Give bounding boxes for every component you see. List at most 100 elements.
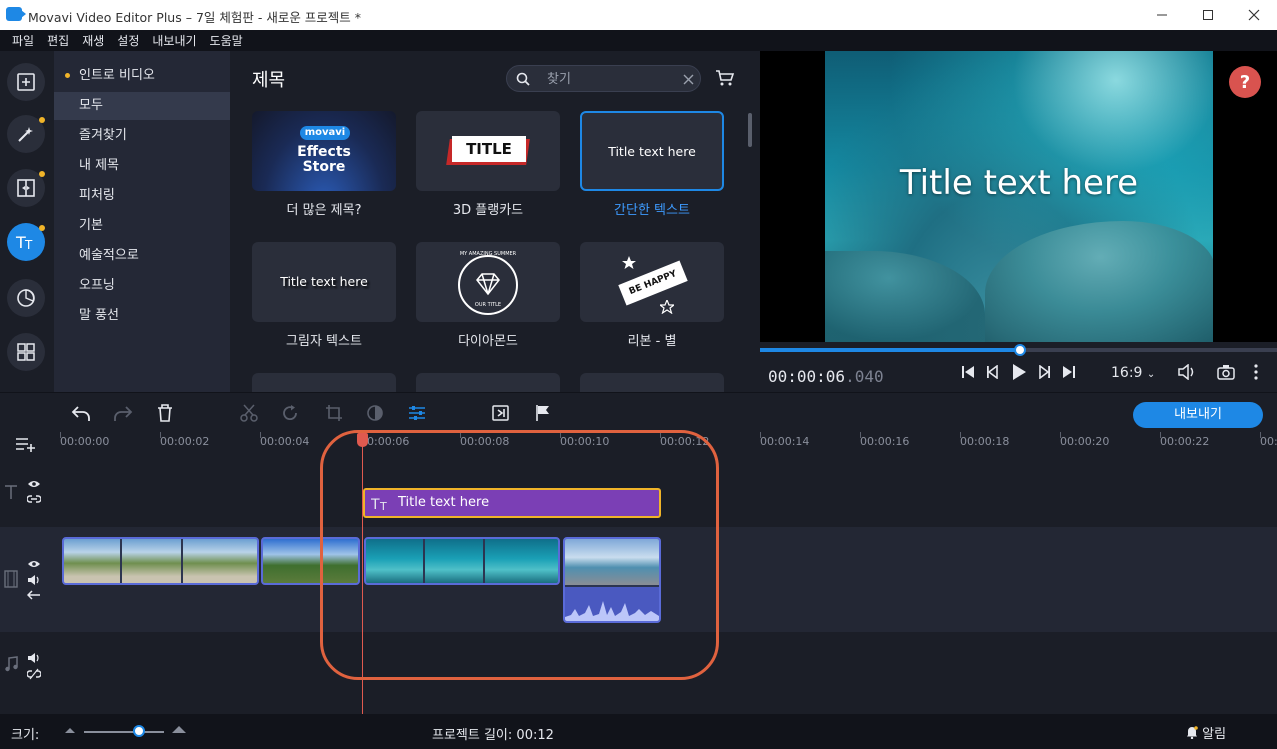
new-dot bbox=[39, 225, 45, 231]
stickers-button[interactable] bbox=[7, 279, 45, 317]
progress-handle[interactable] bbox=[1014, 344, 1027, 356]
rotate-icon[interactable] bbox=[281, 404, 299, 422]
undo-icon[interactable] bbox=[70, 404, 92, 422]
tile-ribbon-star[interactable]: BE HAPPY bbox=[580, 242, 724, 322]
notifications-button[interactable]: 알림 bbox=[1186, 723, 1226, 742]
filters-button[interactable] bbox=[7, 115, 45, 153]
menu-help[interactable]: 도움말 bbox=[210, 32, 243, 49]
more-tools-button[interactable] bbox=[7, 333, 45, 371]
zoom-in-icon[interactable] bbox=[171, 724, 187, 734]
menu-export[interactable]: 내보내기 bbox=[152, 32, 196, 49]
coral-reef-shape bbox=[825, 251, 985, 342]
menu-bar: 파일 편집 재생 설정 내보내기 도움말 bbox=[0, 30, 1277, 51]
snapshot-camera-icon[interactable] bbox=[1217, 364, 1235, 380]
eye-icon[interactable] bbox=[27, 479, 41, 489]
video-clip[interactable] bbox=[62, 537, 259, 585]
close-button[interactable] bbox=[1231, 0, 1277, 30]
clock-icon bbox=[17, 289, 35, 307]
delete-icon[interactable] bbox=[157, 404, 173, 422]
grid-icon bbox=[17, 343, 35, 361]
crop-icon[interactable] bbox=[325, 404, 343, 422]
zoom-out-icon[interactable] bbox=[64, 726, 76, 734]
tile-3d-placard[interactable]: TITLE bbox=[416, 111, 560, 191]
speaker-icon[interactable] bbox=[27, 652, 41, 664]
help-button[interactable]: ? bbox=[1229, 66, 1261, 98]
tile-partial[interactable] bbox=[580, 373, 724, 392]
panel-heading: 제목 bbox=[252, 70, 286, 91]
aspect-ratio-value: 16:9 bbox=[1111, 365, 1143, 381]
color-adjust-icon[interactable] bbox=[366, 404, 384, 422]
zoom-slider-track[interactable] bbox=[84, 731, 164, 733]
category-basic[interactable]: 기본 bbox=[54, 212, 230, 240]
speaker-icon[interactable] bbox=[27, 574, 41, 586]
more-options-icon[interactable] bbox=[1253, 364, 1259, 380]
app-logo-icon bbox=[6, 7, 26, 21]
category-label: 피처링 bbox=[79, 188, 115, 203]
menu-file[interactable]: 파일 bbox=[12, 32, 34, 49]
cart-icon[interactable] bbox=[715, 69, 735, 87]
magic-wand-icon bbox=[18, 127, 33, 142]
timecode-main: 00:00:06 bbox=[768, 367, 846, 386]
category-favorites[interactable]: 즐겨찾기 bbox=[54, 122, 230, 150]
tile-diamond[interactable]: MY AMAZING SUMMER OUR TITLE bbox=[416, 242, 560, 322]
marker-flag-icon[interactable] bbox=[535, 404, 551, 422]
music-track-header bbox=[0, 632, 54, 714]
tile-partial[interactable] bbox=[416, 373, 560, 392]
skip-start-icon[interactable] bbox=[961, 365, 975, 379]
aspect-ratio-select[interactable]: 16:9 ⌄ bbox=[1111, 365, 1155, 381]
transition-icon bbox=[17, 179, 35, 197]
category-label: 내 제목 bbox=[79, 158, 120, 173]
highlight-annotation bbox=[320, 430, 719, 680]
play-icon[interactable] bbox=[1011, 363, 1027, 381]
arrow-left-icon[interactable] bbox=[27, 590, 41, 600]
transition-wizard-icon[interactable] bbox=[492, 404, 510, 422]
tile-effects-store[interactable]: movavi Effects Store bbox=[252, 111, 396, 191]
titles-button[interactable]: TT bbox=[7, 223, 45, 261]
maximize-button[interactable] bbox=[1185, 0, 1231, 30]
ruler-tick-label: 00:00:24 bbox=[1260, 435, 1277, 448]
minimize-button[interactable] bbox=[1139, 0, 1185, 30]
next-frame-icon[interactable] bbox=[1037, 365, 1051, 379]
category-all[interactable]: 모두 bbox=[54, 92, 230, 120]
menu-settings[interactable]: 설정 bbox=[117, 32, 139, 49]
music-note-icon bbox=[5, 656, 18, 672]
zoom-slider-handle[interactable] bbox=[133, 725, 145, 737]
import-button[interactable] bbox=[7, 63, 45, 101]
add-track-icon[interactable] bbox=[15, 435, 37, 453]
prev-frame-icon[interactable] bbox=[986, 365, 1000, 379]
category-intro-video[interactable]: 인트로 비디오 bbox=[54, 62, 230, 90]
star-outline-icon bbox=[660, 300, 674, 314]
category-opening[interactable]: 오프닝 bbox=[54, 272, 230, 300]
import-icon bbox=[17, 73, 35, 91]
volume-icon[interactable] bbox=[1178, 364, 1198, 380]
category-featuring[interactable]: 피처링 bbox=[54, 182, 230, 210]
timecode: 00:00:06.040 bbox=[768, 367, 884, 386]
clear-search-icon[interactable] bbox=[683, 74, 694, 85]
zoom-label: 크기: bbox=[11, 728, 40, 743]
clip-properties-icon[interactable] bbox=[408, 404, 426, 422]
export-button[interactable]: 내보내기 bbox=[1133, 402, 1263, 428]
transitions-button[interactable] bbox=[7, 169, 45, 207]
category-speech-bubbles[interactable]: 말 풍선 bbox=[54, 302, 230, 330]
category-artistic[interactable]: 예술적으로 bbox=[54, 242, 230, 270]
tile-shadow-text[interactable]: Title text here bbox=[252, 242, 396, 322]
link-icon[interactable] bbox=[27, 494, 41, 504]
panel-scrollbar[interactable] bbox=[748, 113, 752, 147]
tile-partial[interactable] bbox=[252, 373, 396, 392]
tile-simple-text[interactable]: Title text here bbox=[580, 111, 724, 191]
redo-icon[interactable] bbox=[112, 404, 134, 422]
skip-end-icon[interactable] bbox=[1062, 365, 1076, 379]
search-box[interactable] bbox=[506, 65, 701, 92]
close-icon bbox=[1248, 9, 1260, 21]
link-broken-icon[interactable] bbox=[27, 668, 41, 680]
preview-title-text[interactable]: Title text here bbox=[825, 163, 1213, 203]
ruler-tick-label: 00:00:22 bbox=[1160, 435, 1210, 448]
category-my-titles[interactable]: 내 제목 bbox=[54, 152, 230, 180]
search-input[interactable] bbox=[547, 70, 667, 88]
clip-divider bbox=[120, 539, 122, 583]
eye-icon[interactable] bbox=[27, 559, 41, 569]
menu-playback[interactable]: 재생 bbox=[82, 32, 104, 49]
cut-scissors-icon[interactable] bbox=[240, 404, 258, 422]
menu-edit[interactable]: 편집 bbox=[47, 32, 69, 49]
tile-label: 간단한 텍스트 bbox=[614, 203, 690, 218]
